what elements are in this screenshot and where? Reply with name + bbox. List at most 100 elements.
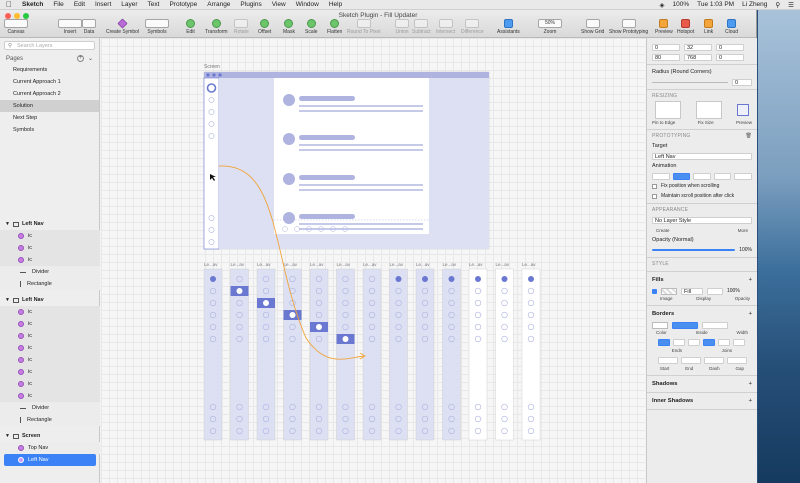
border-width-field[interactable] <box>702 321 728 329</box>
symbols-tool[interactable]: Symbols <box>145 19 169 35</box>
layer-ic[interactable]: ic <box>0 378 100 390</box>
layer-search[interactable]: ⚲ Search Layers <box>4 41 95 50</box>
clock[interactable]: Tue 1:03 PM <box>697 1 734 8</box>
create-style-button[interactable]: Create <box>656 228 670 233</box>
add-fill-icon[interactable]: + <box>749 274 752 286</box>
rotation-field[interactable]: 0 <box>716 43 744 51</box>
disclosure-icon[interactable]: ▼ <box>5 430 10 442</box>
add-inner-shadow-icon[interactable]: + <box>749 395 752 407</box>
fix-position-checkbox[interactable] <box>652 183 657 189</box>
zoom-tool[interactable]: 50% Zoom <box>538 19 562 35</box>
y-field[interactable]: 32 <box>684 43 712 51</box>
layer-left-nav-selected[interactable]: Left Nav <box>4 454 96 466</box>
radius-field[interactable]: 0 <box>732 78 752 86</box>
offset-tool[interactable]: Offset <box>258 19 271 35</box>
layer-ic[interactable]: ic <box>0 366 100 378</box>
menu-window[interactable]: Window <box>296 1 319 8</box>
search-icon[interactable]: ⚲ <box>775 1 780 9</box>
line-join-button[interactable] <box>703 338 715 346</box>
animation-slide-down-button[interactable] <box>734 172 752 180</box>
pages-header[interactable]: Pages + ⌄ <box>0 53 99 64</box>
layer-divider[interactable]: Divider <box>0 266 100 278</box>
fill-blend-select[interactable] <box>707 287 723 295</box>
line-end-round-button[interactable] <box>673 338 685 346</box>
apple-icon[interactable]:  <box>6 0 12 9</box>
layer-ic[interactable]: ic <box>0 242 100 254</box>
fill-opacity-value[interactable]: 100% <box>727 288 740 294</box>
width-field[interactable]: 80 <box>652 53 680 61</box>
flip-field[interactable]: 0 <box>716 53 744 61</box>
target-select[interactable]: Left Nav <box>652 152 752 160</box>
layer-ic[interactable]: ic <box>0 230 100 242</box>
menu-prototype[interactable]: Prototype <box>169 1 197 8</box>
page-current-approach-1[interactable]: Current Approach 1 <box>0 76 99 88</box>
line-join-round-button[interactable] <box>718 338 730 346</box>
wifi-icon[interactable]: ◈ <box>660 1 665 9</box>
transform-tool[interactable]: Transform <box>205 19 228 35</box>
dash-field[interactable] <box>704 356 724 364</box>
rotate-tool[interactable]: Rotate <box>234 19 249 35</box>
battery-status[interactable]: 100% <box>673 1 690 8</box>
artboard-label[interactable]: Screen <box>204 64 220 70</box>
add-border-icon[interactable]: + <box>749 308 752 320</box>
gap-field[interactable] <box>727 356 747 364</box>
layer-rectangle[interactable]: Rectangle <box>0 414 100 426</box>
fill-color-swatch[interactable] <box>661 287 677 295</box>
fix-size-control[interactable] <box>696 101 722 119</box>
data-tool[interactable]: Data <box>82 19 96 35</box>
top-nav[interactable] <box>204 72 489 78</box>
layer-ic[interactable]: ic <box>0 390 100 402</box>
show-prototyping-tool[interactable]: Show Prototyping <box>609 19 648 35</box>
user-name[interactable]: Li Zheng <box>742 1 767 8</box>
layer-group-screen[interactable]: ▼ Screen <box>0 430 100 442</box>
menu-list-icon[interactable]: ☰ <box>788 1 794 9</box>
insert-tool[interactable]: Insert <box>58 19 82 35</box>
x-field[interactable]: 0 <box>652 43 680 51</box>
intersect-tool[interactable]: Intersect <box>436 19 455 35</box>
maintain-scroll-checkbox[interactable] <box>652 193 657 199</box>
animation-slide-right-button[interactable] <box>693 172 711 180</box>
link-tool[interactable]: Link <box>704 19 713 35</box>
flatten-tool[interactable]: Flatten <box>327 19 342 35</box>
layer-group-left-nav-2[interactable]: ▼ Left Nav <box>0 294 100 306</box>
page-requirements[interactable]: Requirements <box>0 64 99 76</box>
menu-view[interactable]: View <box>272 1 286 8</box>
layer-top-nav[interactable]: Top Nav <box>0 442 100 454</box>
edit-tool[interactable]: Edit <box>186 19 195 35</box>
menu-file[interactable]: File <box>53 1 63 8</box>
line-join-bevel-button[interactable] <box>733 338 745 346</box>
fill-checkbox[interactable] <box>652 288 657 294</box>
cloud-tool[interactable]: Cloud <box>725 19 738 35</box>
border-position-segment[interactable] <box>672 321 698 329</box>
union-tool[interactable]: Union <box>395 19 409 35</box>
preview-tool[interactable]: Preview <box>655 19 673 35</box>
menu-app[interactable]: Sketch <box>22 1 43 8</box>
border-color-swatch[interactable] <box>652 321 668 329</box>
opacity-value[interactable]: 100% <box>739 247 752 253</box>
opacity-slider[interactable] <box>652 248 736 252</box>
layer-group-left-nav-1[interactable]: ▼ Left Nav <box>0 218 100 230</box>
menu-plugins[interactable]: Plugins <box>240 1 261 8</box>
animation-none-button[interactable] <box>652 172 670 180</box>
layer-ic[interactable]: ic <box>0 318 100 330</box>
assistants-tool[interactable]: Assistants <box>497 19 520 35</box>
fill-type-select[interactable]: Fill <box>681 287 703 295</box>
mask-tool[interactable]: Mask <box>283 19 295 35</box>
subtract-tool[interactable]: Subtract <box>412 19 431 35</box>
menu-help[interactable]: Help <box>329 1 342 8</box>
menu-insert[interactable]: Insert <box>95 1 111 8</box>
layer-rectangle[interactable]: Rectangle <box>0 278 100 290</box>
line-end-square-button[interactable] <box>688 338 700 346</box>
zoom-value[interactable]: 50% <box>538 19 562 28</box>
radius-slider[interactable] <box>652 81 728 83</box>
page-current-approach-2[interactable]: Current Approach 2 <box>0 88 99 100</box>
arrow-start-select[interactable] <box>658 356 678 364</box>
layer-ic[interactable]: ic <box>0 330 100 342</box>
menu-layer[interactable]: Layer <box>121 1 137 8</box>
more-style-button[interactable]: More <box>738 228 748 233</box>
add-shadow-icon[interactable]: + <box>749 378 752 390</box>
trash-icon[interactable]: 🗑 <box>745 132 752 141</box>
layer-ic[interactable]: ic <box>0 306 100 318</box>
scale-tool[interactable]: Scale <box>305 19 318 35</box>
layer-ic[interactable]: ic <box>0 342 100 354</box>
